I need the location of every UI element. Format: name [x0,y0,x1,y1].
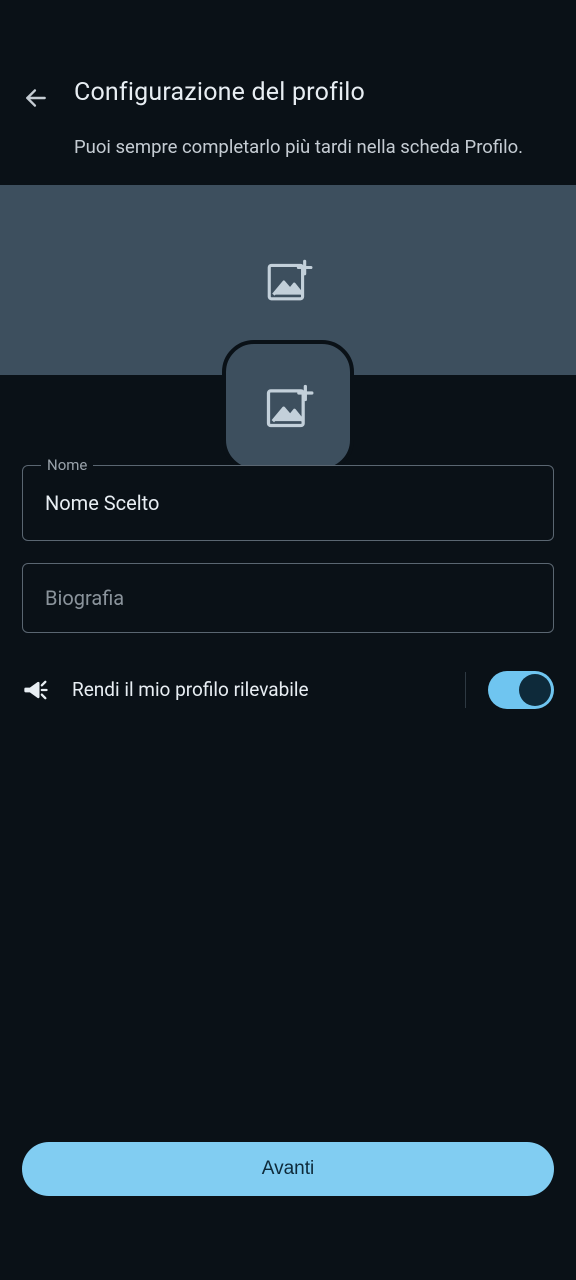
megaphone-icon [22,676,50,704]
bio-field-wrap [22,563,554,633]
name-field-wrap: Nome [22,465,554,541]
bio-input[interactable] [45,586,531,610]
back-button[interactable] [22,84,50,112]
name-input[interactable] [45,491,531,515]
name-field-label: Nome [41,456,93,474]
page-title: Configurazione del profilo [74,78,554,107]
add-image-icon [262,380,314,432]
arrow-left-icon [23,85,49,111]
discoverable-label: Rendi il mio profilo rilevabile [72,678,443,701]
vertical-divider [465,672,466,708]
next-button[interactable]: Avanti [22,1142,554,1196]
page-subtitle: Puoi sempre completarlo più tardi nella … [74,135,554,161]
add-image-icon [263,255,313,305]
switch-knob [519,674,551,706]
avatar-upload-button[interactable] [222,340,354,472]
discoverable-toggle[interactable] [488,671,554,709]
